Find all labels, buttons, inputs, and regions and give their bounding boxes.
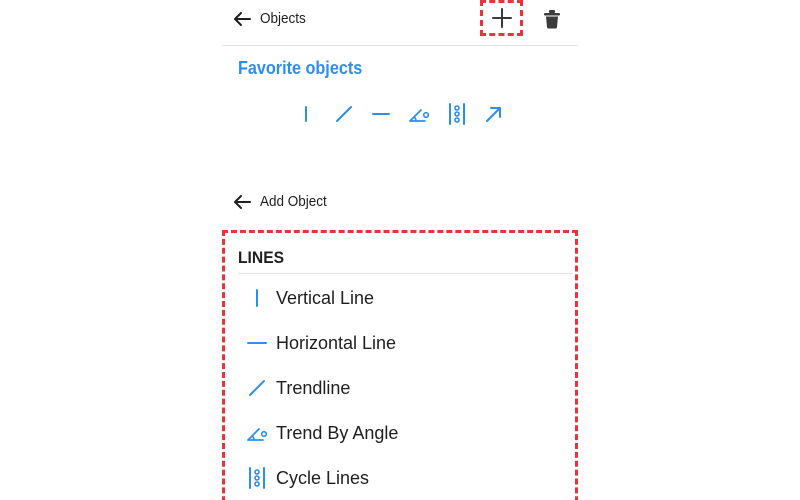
list-item-trendline[interactable]: Trendline bbox=[225, 370, 575, 406]
vertical-line-icon bbox=[245, 286, 269, 310]
fav-trend-by-angle-icon[interactable] bbox=[407, 102, 431, 126]
list-item-label: Trendline bbox=[276, 378, 351, 398]
add-object-back-button[interactable] bbox=[230, 190, 254, 214]
fav-horizontal-line-icon[interactable] bbox=[369, 102, 393, 126]
add-object-title: Add Object bbox=[260, 193, 327, 210]
lines-section: LINES Vertical Line Horizontal Line Tren… bbox=[222, 230, 578, 500]
section-header-lines: LINES bbox=[238, 248, 285, 267]
trash-icon bbox=[544, 10, 560, 29]
arrow-left-icon bbox=[234, 195, 251, 209]
trendline-icon bbox=[245, 376, 269, 400]
fav-cycle-lines-icon[interactable] bbox=[445, 102, 469, 126]
list-item-horizontal-line[interactable]: Horizontal Line bbox=[225, 325, 575, 361]
arrow-left-icon bbox=[234, 12, 251, 26]
list-item-trend-by-angle[interactable]: Trend By Angle bbox=[225, 415, 575, 451]
delete-button[interactable] bbox=[540, 7, 564, 31]
list-item-vertical-line[interactable]: Vertical Line bbox=[225, 280, 575, 316]
fav-vertical-line-icon[interactable] bbox=[294, 102, 318, 126]
add-object-button[interactable] bbox=[480, 0, 523, 36]
fav-arrow-icon[interactable] bbox=[482, 102, 506, 126]
list-item-label: Trend By Angle bbox=[276, 423, 399, 443]
plus-icon bbox=[491, 8, 512, 28]
add-object-header: Add Object bbox=[222, 186, 578, 220]
back-button[interactable] bbox=[230, 7, 254, 31]
favorites-title: Favorite objects bbox=[238, 58, 363, 78]
horizontal-line-icon bbox=[245, 331, 269, 355]
list-item-label: Horizontal Line bbox=[276, 333, 397, 353]
app-screen: Objects Favorite objects Add Object LINE… bbox=[0, 0, 800, 500]
trend-by-angle-icon bbox=[245, 421, 269, 445]
objects-header: Objects bbox=[222, 0, 578, 46]
list-item-label: Cycle Lines bbox=[276, 468, 370, 488]
cycle-lines-icon bbox=[245, 466, 269, 490]
fav-trendline-icon[interactable] bbox=[332, 102, 356, 126]
section-divider bbox=[238, 273, 572, 274]
list-item-label: Vertical Line bbox=[276, 288, 375, 308]
list-item-cycle-lines[interactable]: Cycle Lines bbox=[225, 460, 575, 496]
objects-title: Objects bbox=[260, 10, 306, 27]
